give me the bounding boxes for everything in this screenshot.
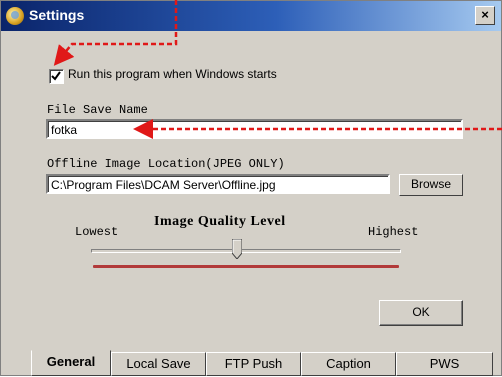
close-icon: × (481, 7, 489, 22)
settings-window: Settings × Run this program when Windows… (0, 0, 502, 376)
tab-general[interactable]: General (31, 350, 111, 376)
startup-checkbox[interactable] (49, 69, 64, 84)
title-bar[interactable]: Settings × (1, 1, 501, 31)
quality-underline (93, 265, 399, 268)
tab-local-save[interactable]: Local Save (111, 352, 206, 376)
file-save-name-field[interactable]: fotka (46, 119, 463, 139)
tab-ftp-push[interactable]: FTP Push (206, 352, 301, 376)
offline-image-location-label: Offline Image Location(JPEG ONLY) (47, 157, 285, 171)
image-quality-slider-thumb[interactable] (231, 239, 242, 259)
browse-button[interactable]: Browse (399, 174, 463, 196)
slider-lowest-label: Lowest (75, 225, 119, 239)
ok-button[interactable]: OK (379, 300, 463, 326)
checkmark-icon (51, 71, 61, 81)
tab-caption[interactable]: Caption (301, 352, 396, 376)
tab-bar: General Local Save FTP Push Caption PWS (1, 350, 501, 377)
settings-app-icon (6, 7, 24, 25)
offline-image-location-field[interactable]: C:\Program Files\DCAM Server\Offline.jpg (46, 174, 390, 194)
image-quality-slider-track[interactable] (91, 249, 401, 253)
window-title: Settings (29, 7, 85, 23)
slider-highest-label: Highest (368, 225, 419, 239)
startup-checkbox-label: Run this program when Windows starts (68, 67, 277, 81)
close-button[interactable]: × (475, 6, 495, 25)
file-save-name-label: File Save Name (47, 103, 148, 117)
image-quality-title: Image Quality Level (154, 214, 286, 229)
tab-pws[interactable]: PWS (396, 352, 493, 376)
